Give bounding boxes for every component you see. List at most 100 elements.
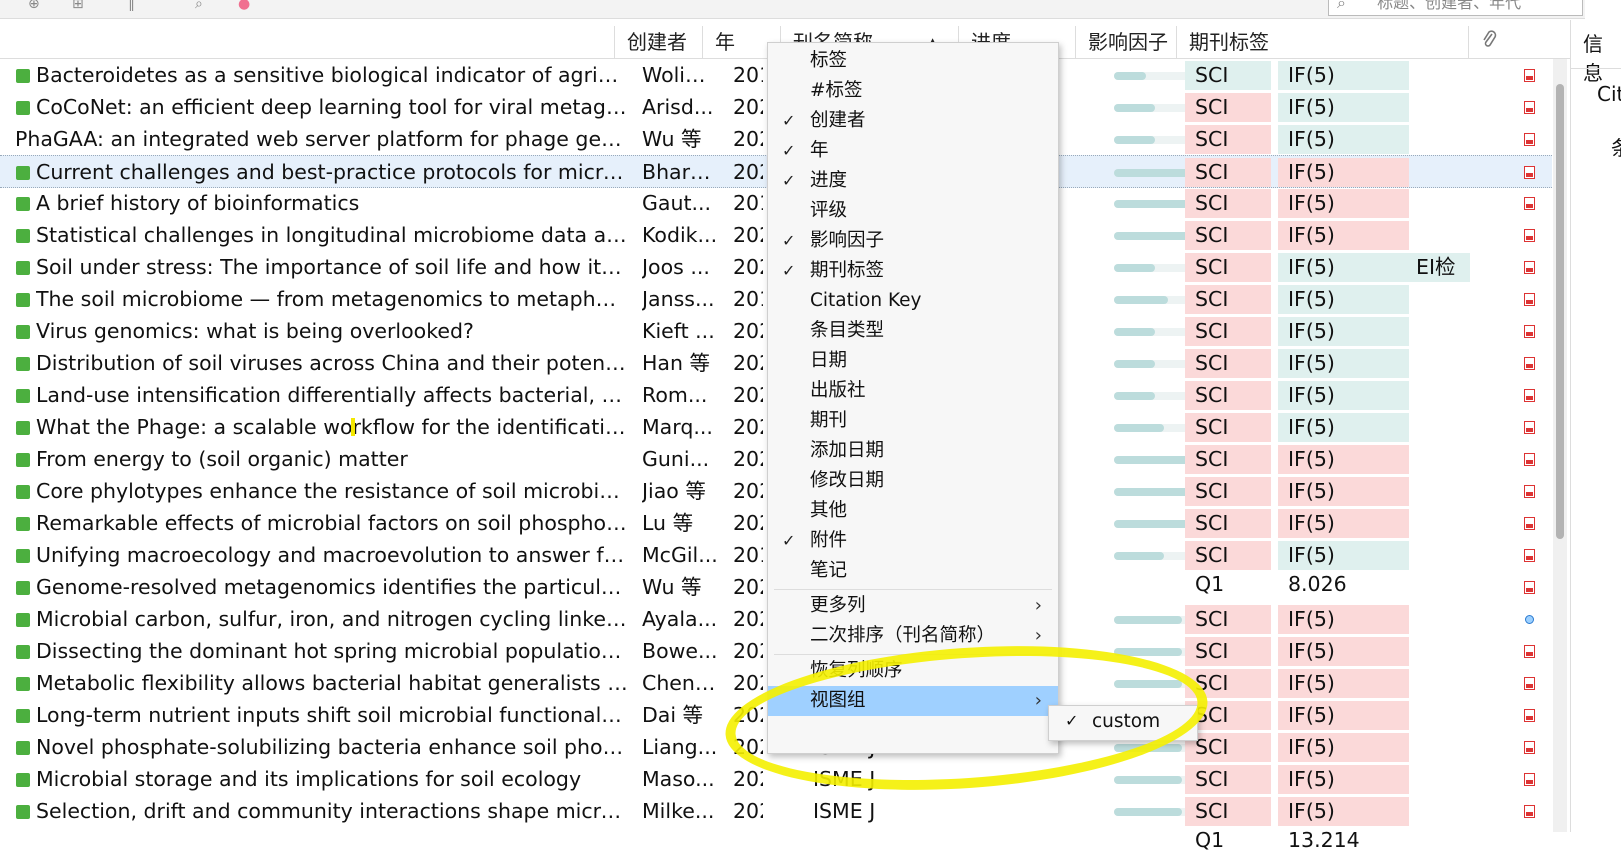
- pdf-attachment-icon[interactable]: [1524, 581, 1535, 594]
- search-icon: ⌕: [1337, 0, 1346, 12]
- impact-tag: IF(5) 13.214: [1278, 733, 1409, 788]
- submenu-item-custom[interactable]: custom: [1092, 711, 1160, 732]
- sci-tag: SCI Q1: [1185, 605, 1271, 660]
- menu-item[interactable]: #标签: [768, 76, 1058, 106]
- menu-item[interactable]: 条目类型: [768, 316, 1058, 346]
- menu-item-label: 期刊标签: [810, 260, 885, 281]
- menu-item[interactable]: 恢复列顺序: [768, 656, 1058, 686]
- menu-item[interactable]: 添加日期: [768, 436, 1058, 466]
- pdf-attachment-icon[interactable]: [1524, 101, 1535, 114]
- row-creator: Marq...: [642, 415, 713, 439]
- attachment-column-icon[interactable]: [1468, 26, 1502, 58]
- sci-tag: SCI Q1: [1185, 637, 1271, 692]
- add-attachment-icon[interactable]: ⊞: [72, 0, 84, 12]
- menu-item[interactable]: 其他: [768, 496, 1058, 526]
- row-year: 2023: [733, 799, 763, 823]
- progress-fill: [1114, 264, 1155, 272]
- pdf-attachment-icon[interactable]: [1524, 133, 1535, 146]
- sci-tag: SCI Q1: [1185, 285, 1271, 340]
- menu-item[interactable]: 二次排序（刊名简称） ›: [768, 621, 1058, 651]
- item-type-icon: [16, 421, 30, 435]
- column-creator[interactable]: 创建者: [614, 26, 702, 58]
- progress-fill: [1114, 776, 1182, 784]
- row-year: 202: [733, 160, 763, 184]
- row-creator: Rom...: [642, 383, 708, 407]
- pdf-attachment-icon[interactable]: [1524, 805, 1535, 818]
- item-type-icon: [16, 581, 30, 595]
- menu-item[interactable]: 视图组 ›: [768, 686, 1058, 716]
- row-creator: Joos ...: [642, 255, 710, 279]
- pdf-attachment-icon[interactable]: [1524, 229, 1535, 242]
- menu-item-label: Citation Key: [810, 290, 922, 311]
- menu-item-label: 视图组: [810, 690, 866, 711]
- pdf-attachment-icon[interactable]: [1524, 677, 1535, 690]
- menu-item-label: 创建者: [810, 110, 866, 131]
- menu-item[interactable]: 标签: [768, 46, 1058, 76]
- pdf-attachment-icon[interactable]: [1524, 261, 1535, 274]
- menu-item[interactable]: ✓ 附件: [768, 526, 1058, 556]
- pdf-attachment-icon[interactable]: [1524, 485, 1535, 498]
- pdf-attachment-icon[interactable]: [1524, 166, 1535, 179]
- pdf-attachment-icon[interactable]: [1524, 645, 1535, 658]
- menu-item[interactable]: 笔记: [768, 556, 1058, 586]
- sci-tag: SCI Q1: [1185, 189, 1271, 244]
- column-journal-tags[interactable]: 期刊标签: [1176, 26, 1468, 58]
- menu-item[interactable]: 评级: [768, 196, 1058, 226]
- search-input[interactable]: ⌕ 标题、创建者、年代: [1328, 0, 1583, 16]
- column-impact-factor[interactable]: 影响因子: [1075, 26, 1176, 58]
- menu-item[interactable]: 更多列 ›: [768, 591, 1058, 621]
- chevron-right-icon: ›: [1034, 625, 1042, 646]
- row-creator: Wu 等: [642, 127, 702, 151]
- pdf-attachment-icon[interactable]: [1524, 197, 1535, 210]
- pdf-attachment-icon[interactable]: [1524, 709, 1535, 722]
- pdf-attachment-icon[interactable]: [1524, 293, 1535, 306]
- pdf-attachment-icon[interactable]: [1524, 69, 1535, 82]
- column-title[interactable]: [0, 26, 614, 58]
- pdf-attachment-icon[interactable]: [1524, 325, 1535, 338]
- menu-item[interactable]: ✓ 进度: [768, 166, 1058, 196]
- check-icon: ✓: [782, 261, 796, 280]
- table-row[interactable]: Selection, drift and community interacti…: [0, 795, 1552, 852]
- menu-item[interactable]: ✓ 期刊标签: [768, 256, 1058, 286]
- impact-tag: IF(5) 12.784: [1278, 189, 1409, 244]
- item-type-icon: [16, 69, 30, 83]
- item-type-icon: [16, 101, 30, 115]
- menu-item[interactable]: ✓ 年: [768, 136, 1058, 166]
- progress-fill: [1114, 360, 1155, 368]
- scrollbar-thumb[interactable]: [1556, 84, 1564, 539]
- row-year: 202: [733, 415, 763, 439]
- menu-item[interactable]: 修改日期: [768, 466, 1058, 496]
- attach-link-icon[interactable]: ∥: [128, 0, 135, 12]
- menu-item[interactable]: 日期: [768, 346, 1058, 376]
- item-type-icon: [16, 197, 30, 211]
- pdf-attachment-icon[interactable]: [1524, 357, 1535, 370]
- pdf-attachment-icon[interactable]: [1524, 389, 1535, 402]
- new-item-icon[interactable]: ⊕: [28, 0, 40, 12]
- menu-item-label: 添加日期: [810, 440, 885, 461]
- row-title: Land-use intensification differentially …: [36, 383, 628, 407]
- locate-icon[interactable]: ⌕: [195, 0, 203, 12]
- pdf-attachment-icon[interactable]: [1524, 421, 1535, 434]
- item-type-icon: [16, 773, 30, 787]
- info-tab[interactable]: 信息: [1583, 28, 1621, 86]
- menu-item[interactable]: ✓ 影响因子: [768, 226, 1058, 256]
- menu-item[interactable]: ✓ 创建者: [768, 106, 1058, 136]
- row-title: Selection, drift and community interacti…: [36, 799, 628, 823]
- menu-item[interactable]: 出版社: [768, 376, 1058, 406]
- menu-item[interactable]: 期刊: [768, 406, 1058, 436]
- menu-item[interactable]: Citation Key: [768, 286, 1058, 316]
- pdf-attachment-icon[interactable]: [1524, 773, 1535, 786]
- impact-tag: IF(5) 13.214: [1278, 605, 1409, 660]
- row-title: What the Phage: a scalable workflow for …: [36, 415, 628, 439]
- sci-tag: SCI Q1: [1185, 797, 1271, 852]
- attachment-status-icon[interactable]: [1525, 615, 1534, 624]
- progress-fill: [1114, 104, 1155, 112]
- table-row[interactable]: Microbial storage and its implications f…: [0, 763, 1552, 820]
- pdf-attachment-icon[interactable]: [1524, 517, 1535, 530]
- scrollbar[interactable]: [1553, 59, 1567, 832]
- pdf-attachment-icon[interactable]: [1524, 741, 1535, 754]
- pdf-attachment-icon[interactable]: [1524, 453, 1535, 466]
- row-title: Virus genomics: what is being overlooked…: [36, 319, 474, 343]
- annotation-icon[interactable]: ●: [238, 0, 250, 12]
- pdf-attachment-icon[interactable]: [1524, 549, 1535, 562]
